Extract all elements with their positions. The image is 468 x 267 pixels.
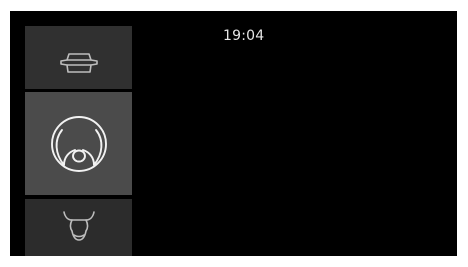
food-container-icon <box>57 51 101 75</box>
clock-time: 19:04 <box>223 28 265 44</box>
category-tile-poultry[interactable] <box>25 92 132 195</box>
category-tile-food-container[interactable] <box>25 26 132 89</box>
beef-icon <box>61 209 97 243</box>
oven-display-screen: 19:04 <box>10 11 457 256</box>
category-tile-beef[interactable] <box>25 199 132 256</box>
poultry-icon <box>48 113 110 175</box>
